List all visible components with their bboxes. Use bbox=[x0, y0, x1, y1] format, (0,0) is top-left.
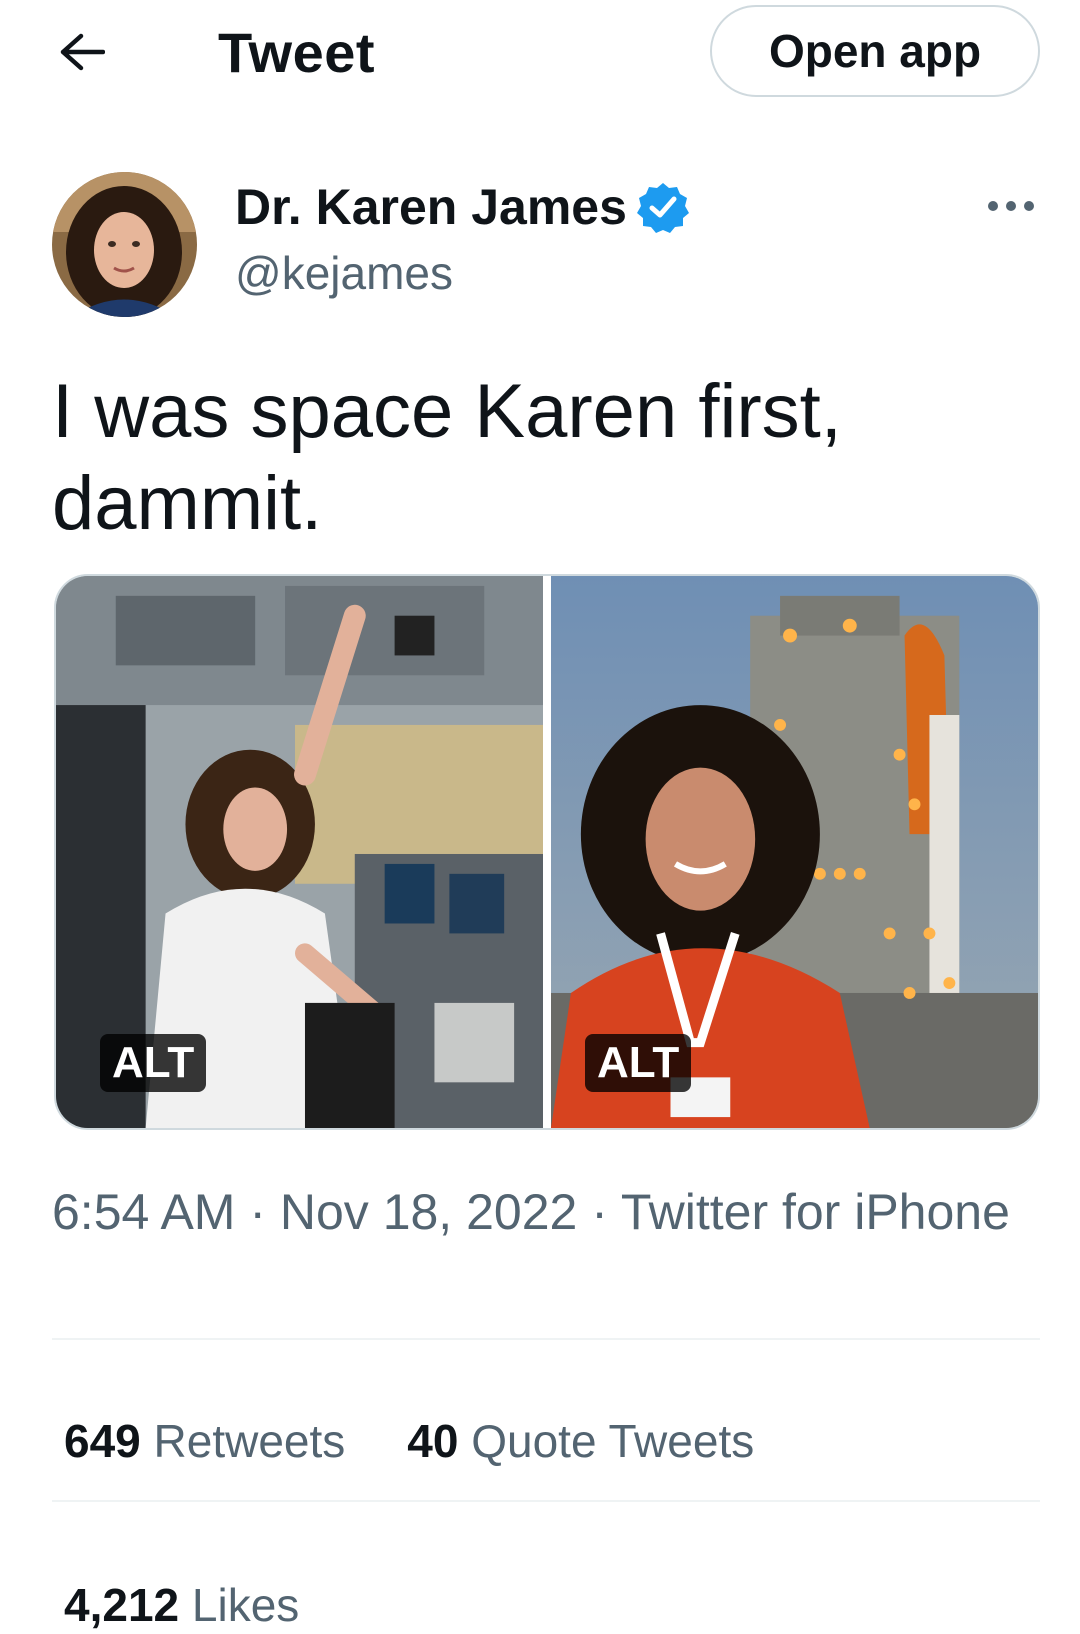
author-handle[interactable]: @kejames bbox=[235, 246, 453, 300]
tweet-timestamp[interactable]: 6:54 AM · Nov 18, 2022 · Twitter for iPh… bbox=[52, 1180, 1032, 1244]
media-photo-cockpit[interactable]: ALT bbox=[56, 576, 543, 1128]
verified-badge-icon bbox=[636, 183, 689, 233]
display-name[interactable]: Dr. Karen James bbox=[235, 178, 689, 236]
quote-tweets-count: 40 bbox=[407, 1415, 459, 1467]
alt-badge[interactable]: ALT bbox=[585, 1034, 692, 1092]
arrow-left-icon bbox=[60, 33, 105, 71]
quote-tweets-stat[interactable]: 40 Quote Tweets bbox=[407, 1414, 754, 1468]
tweet-media: ALT ALT bbox=[54, 574, 1040, 1130]
top-bar: Tweet Open app bbox=[0, 0, 1080, 110]
avatar[interactable] bbox=[52, 172, 197, 317]
likes-count: 4,212 bbox=[64, 1579, 180, 1631]
open-app-button[interactable]: Open app bbox=[710, 5, 1040, 97]
likes-stat[interactable]: 4,212 Likes bbox=[64, 1578, 299, 1632]
alt-badge[interactable]: ALT bbox=[100, 1034, 207, 1092]
display-name-text: Dr. Karen James bbox=[235, 179, 627, 235]
more-options-icon[interactable] bbox=[988, 196, 1036, 216]
divider bbox=[52, 1500, 1040, 1502]
tweet-text: I was space Karen first, dammit. bbox=[52, 369, 842, 546]
retweets-label: Retweets bbox=[153, 1415, 346, 1467]
retweets-count: 649 bbox=[64, 1415, 141, 1467]
likes-label: Likes bbox=[191, 1579, 300, 1631]
divider bbox=[52, 1338, 1040, 1340]
quote-tweets-label: Quote Tweets bbox=[471, 1415, 755, 1467]
back-button[interactable] bbox=[52, 22, 112, 82]
page-title: Tweet bbox=[218, 21, 376, 84]
media-photo-launchpad[interactable]: ALT bbox=[551, 576, 1038, 1128]
engagement-stats: 649 Retweets 40 Quote Tweets bbox=[64, 1414, 754, 1468]
retweets-stat[interactable]: 649 Retweets bbox=[64, 1414, 345, 1468]
